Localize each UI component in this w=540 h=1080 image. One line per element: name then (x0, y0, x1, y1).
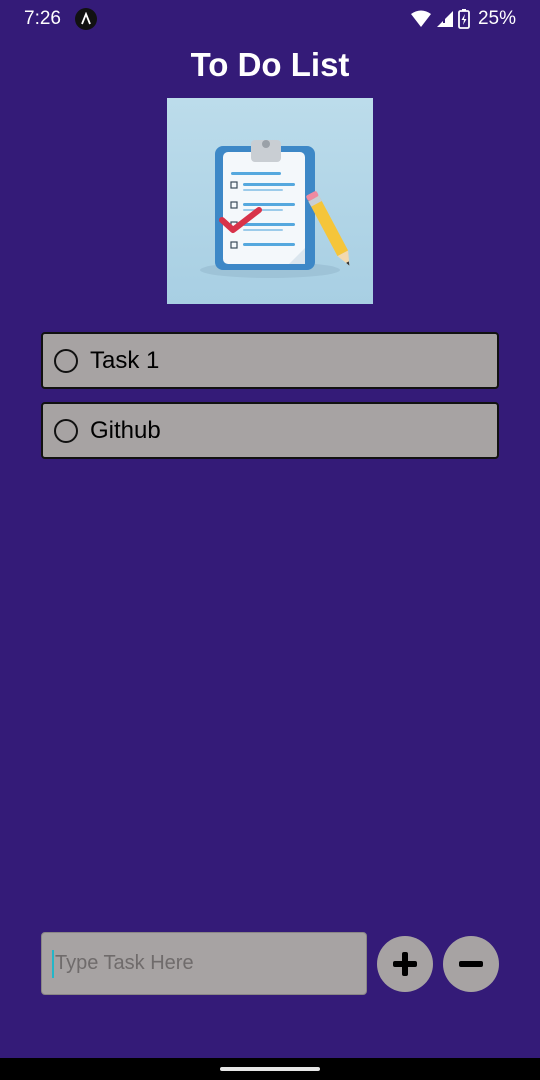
status-time: 7:26 (24, 8, 61, 29)
status-icons: 25% (410, 8, 516, 30)
task-label: Github (90, 416, 161, 444)
todo-screen: 7:26 25% To Do List Task 1 Github Type T… (0, 0, 540, 1080)
task-input[interactable] (55, 952, 345, 975)
minus-icon (459, 961, 483, 967)
text-caret (52, 949, 54, 978)
task-label: Task 1 (90, 346, 160, 374)
task-list: Task 1 Github (41, 332, 499, 472)
page-title: To Do List (190, 46, 350, 83)
navigation-bar (0, 1058, 540, 1080)
battery-icon (458, 9, 470, 29)
task-item[interactable]: Github (41, 402, 499, 459)
remove-task-button[interactable] (443, 936, 499, 992)
plus-icon (393, 952, 417, 976)
battery-percentage: 25% (477, 8, 516, 29)
home-gesture-handle[interactable] (220, 1067, 320, 1071)
add-task-button[interactable] (377, 936, 433, 992)
wifi-icon (410, 10, 431, 27)
status-bar: 7:26 25% (0, 0, 540, 38)
task-input-container[interactable] (41, 932, 367, 995)
clipboard-checklist-image (167, 98, 373, 304)
signal-icon (436, 11, 453, 27)
task-radio-button[interactable] (54, 418, 78, 443)
task-item[interactable]: Task 1 (41, 332, 499, 389)
task-radio-button[interactable] (54, 348, 78, 373)
app-notification-icon (74, 8, 97, 30)
